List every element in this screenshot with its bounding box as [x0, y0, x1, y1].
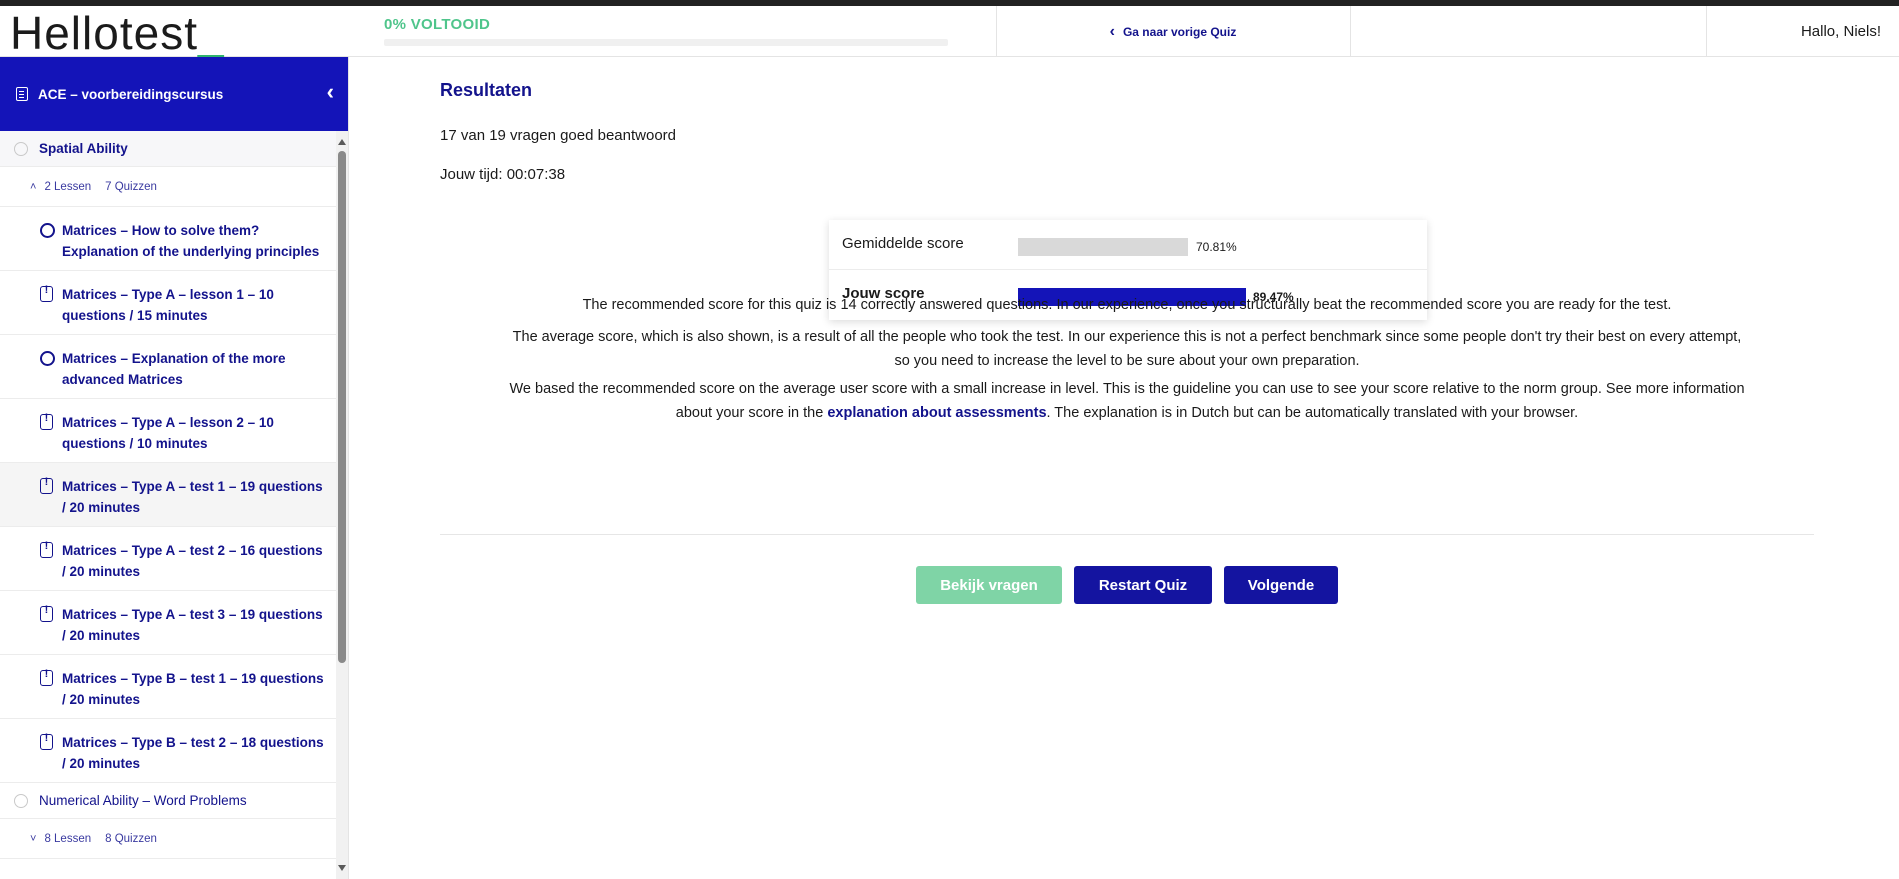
norm-text-after-link: . The explanation is in Dutch but can be…: [1046, 405, 1579, 421]
lesson-item[interactable]: Matrices – Explanation of the more advan…: [0, 335, 336, 399]
scroll-down-arrow-icon[interactable]: [338, 865, 346, 871]
lesson-label: Matrices – Explanation of the more advan…: [62, 351, 286, 387]
quiz-item[interactable]: Matrices – Type A – lesson 2 – 10 questi…: [0, 399, 336, 463]
scrollbar-thumb[interactable]: [338, 151, 346, 663]
status-circle-icon: [14, 141, 28, 156]
header-divider: [1350, 6, 1351, 57]
scroll-up-arrow-icon[interactable]: [338, 139, 346, 145]
quiz-label: Matrices – Type B – test 1 – 19 question…: [62, 671, 324, 707]
progress-label: 0% VOLTOOID: [384, 16, 491, 33]
quiz-icon: [40, 604, 53, 622]
status-circle-icon: [14, 793, 28, 808]
quiz-icon: [40, 412, 53, 430]
average-explanation-line-1: The average score, which is also shown, …: [512, 329, 1742, 345]
norm-text-before-link: about your score in the: [675, 405, 828, 421]
course-title: ACE – voorbereidingscursus: [38, 86, 224, 102]
norm-explanation-line-2: about your score in the explanation abou…: [440, 401, 1814, 425]
quiz-label: Matrices – Type A – test 3 – 19 question…: [62, 607, 323, 643]
course-progress: 0% VOLTOOID: [384, 16, 948, 46]
section-numerical-ability[interactable]: Numerical Ability – Word Problems: [0, 783, 336, 819]
quiz-icon: [40, 284, 53, 302]
quiz-item[interactable]: Matrices – Type A – lesson 1 – 10 questi…: [0, 271, 336, 335]
restart-quiz-button[interactable]: Restart Quiz: [1074, 566, 1212, 604]
header-divider: [1706, 6, 1707, 57]
section-spatial-ability[interactable]: Spatial Ability: [0, 131, 336, 167]
section-meta[interactable]: ˄ 2 Lessen 7 Quizzen: [0, 167, 336, 207]
average-score-value: 70.81%: [1196, 240, 1237, 254]
quiz-results: Resultaten 17 van 19 vragen goed beantwo…: [349, 57, 1899, 879]
quiz-label: Matrices – Type A – test 1 – 19 question…: [62, 479, 323, 515]
quiz-icon: [40, 476, 53, 494]
lesson-label: Matrices – How to solve them? Explanatio…: [62, 223, 320, 259]
average-score-bar: [1018, 238, 1188, 256]
lessons-count: 2 Lessen: [44, 180, 92, 193]
section-meta[interactable]: ˅ 8 Lessen 8 Quizzen: [0, 819, 336, 859]
next-button[interactable]: Volgende: [1224, 566, 1338, 604]
chevron-left-icon: ‹: [1109, 22, 1115, 40]
quiz-icon: [40, 668, 53, 686]
course-outline: Spatial Ability ˄ 2 Lessen 7 Quizzen Mat…: [0, 131, 336, 859]
correct-answers-line: 17 van 19 vragen goed beantwoord: [440, 127, 677, 144]
collapse-sidebar-icon[interactable]: ‹: [327, 81, 334, 103]
quiz-item[interactable]: Matrices – Type A – test 3 – 19 question…: [0, 591, 336, 655]
logo-text: Hellotest: [10, 7, 198, 59]
previous-quiz-link[interactable]: ‹ Ga naar vorige Quiz: [996, 6, 1350, 57]
quiz-label: Matrices – Type A – lesson 2 – 10 questi…: [62, 415, 274, 451]
quiz-icon: [40, 540, 53, 558]
sidebar-scrollbar[interactable]: [336, 131, 348, 879]
quizzes-count: 8 Quizzen: [105, 832, 157, 845]
progress-track: [384, 39, 948, 46]
previous-quiz-label: Ga naar vorige Quiz: [1122, 24, 1237, 39]
document-icon: [16, 87, 28, 101]
lessons-count: 8 Lessen: [44, 832, 92, 845]
course-sidebar: ACE – voorbereidingscursus ‹ Spatial Abi…: [0, 57, 349, 879]
quiz-label: Matrices – Type A – test 2 – 16 question…: [62, 543, 323, 579]
quiz-item[interactable]: Matrices – Type A – test 2 – 16 question…: [0, 527, 336, 591]
quiz-label: Matrices – Type B – test 2 – 18 question…: [62, 735, 324, 771]
chevron-up-icon: ˄: [30, 180, 37, 193]
review-questions-button[interactable]: Bekijk vragen: [916, 566, 1062, 604]
average-score-label: Gemiddelde score: [842, 235, 964, 252]
quiz-label: Matrices – Type A – lesson 1 – 10 questi…: [62, 287, 274, 323]
average-score-explanation: The average score, which is also shown, …: [440, 325, 1814, 373]
lesson-circle-icon: [40, 223, 55, 238]
average-score-row: Gemiddelde score 70.81%: [829, 220, 1427, 270]
top-header: Hellotest_ 0% VOLTOOID ‹ Ga naar vorige …: [0, 6, 1899, 58]
norm-explanation-line-1: We based the recommended score on the av…: [509, 381, 1745, 397]
user-greeting[interactable]: Hallo, Niels!: [1801, 6, 1881, 57]
chevron-down-icon: ˅: [30, 832, 37, 845]
recommended-score-text: The recommended score for this quiz is 1…: [582, 297, 1672, 313]
section-title: Spatial Ability: [39, 141, 128, 156]
content-divider: [440, 534, 1814, 535]
lesson-item[interactable]: Matrices – How to solve them? Explanatio…: [0, 207, 336, 271]
average-explanation-line-2: so you need to increase the level to be …: [894, 353, 1360, 369]
quizzes-count: 7 Quizzen: [105, 180, 157, 193]
hellotest-logo[interactable]: Hellotest_: [10, 8, 225, 58]
lesson-circle-icon: [40, 351, 55, 366]
results-title: Resultaten: [440, 80, 533, 100]
quiz-icon: [40, 732, 53, 750]
quiz-item-active[interactable]: Matrices – Type A – test 1 – 19 question…: [0, 463, 336, 527]
time-line: Jouw tijd: 00:07:38: [440, 166, 566, 183]
assessment-explanation-link[interactable]: explanation about assessments: [827, 405, 1046, 421]
norm-group-explanation: We based the recommended score on the av…: [440, 377, 1814, 425]
quiz-item[interactable]: Matrices – Type B – test 1 – 19 question…: [0, 655, 336, 719]
section-title: Numerical Ability – Word Problems: [39, 793, 247, 808]
quiz-item[interactable]: Matrices – Type B – test 2 – 18 question…: [0, 719, 336, 783]
course-header: ACE – voorbereidingscursus ‹: [0, 57, 348, 131]
logo-underscore: _: [197, 7, 225, 59]
